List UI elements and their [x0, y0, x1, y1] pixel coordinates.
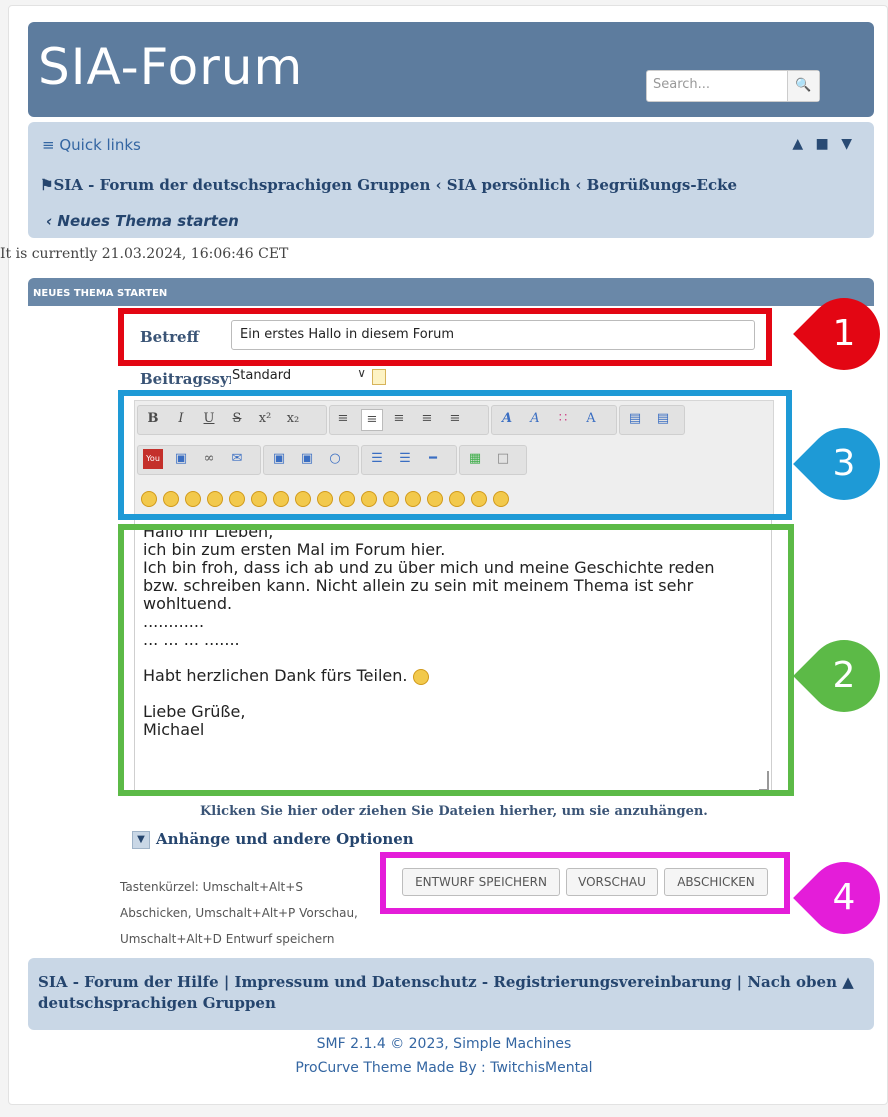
annotation-number-2: 2	[832, 655, 856, 696]
annotation-box-editor	[118, 524, 794, 796]
chevron-down-icon: ∨	[357, 366, 366, 380]
annotation-number-1: 1	[832, 313, 856, 354]
breadcrumb-current[interactable]: ‹ Neues Thema starten	[46, 212, 239, 230]
theme-credit[interactable]: ProCurve Theme Made By : TwitchisMental	[0, 1060, 888, 1076]
forum-logo[interactable]: SIA-Forum	[38, 38, 303, 96]
attachments-toggle-label: Anhänge und andere Optionen	[156, 830, 414, 848]
shortcut-help: Tastenkürzel: Umschalt+Alt+S Abschicken,…	[120, 874, 382, 952]
navigation-bar: ≡ Quick links ▲ ■ ▼ ⚑SIA - Forum der deu…	[28, 122, 874, 238]
message-icon-preview	[372, 369, 386, 385]
user-menu-icons[interactable]: ▲ ■ ▼	[792, 136, 856, 152]
annotation-number-4: 4	[832, 877, 856, 918]
annotation-box-buttons	[380, 852, 790, 914]
annotation-box-toolbar	[118, 390, 792, 520]
footer-links[interactable]: SIA - Forum der Hilfe | Impressum und Da…	[38, 970, 854, 994]
attachments-toggle[interactable]: ▼ Anhänge und andere Optionen	[132, 830, 414, 849]
breadcrumb[interactable]: ⚑SIA - Forum der deutschsprachigen Grupp…	[40, 176, 737, 194]
shortcut-line: Tastenkürzel: Umschalt+Alt+S	[120, 880, 303, 894]
message-icon-label: Beitragssymbol	[140, 370, 231, 388]
quick-links-button[interactable]: ≡ Quick links	[42, 136, 141, 154]
shortcut-line: Umschalt+Alt+D Entwurf speichern	[120, 932, 335, 946]
footer-forum-name[interactable]: deutschsprachigen Gruppen	[38, 994, 276, 1012]
shortcut-line: Abschicken, Umschalt+Alt+P Vorschau,	[120, 906, 358, 920]
message-icon-select[interactable]: Standard ∨	[232, 366, 368, 386]
annotation-number-3: 3	[832, 443, 856, 484]
attachment-dropzone[interactable]: Klicken Sie hier oder ziehen Sie Dateien…	[200, 804, 708, 819]
forum-header: SIA-Forum Search... 🔍	[28, 22, 874, 117]
section-header: NEUES THEMA STARTEN	[28, 278, 874, 306]
annotation-box-subject	[118, 308, 772, 366]
section-title: NEUES THEMA STARTEN	[33, 288, 168, 299]
search-input[interactable]: Search...	[647, 71, 787, 99]
message-icon-value: Standard	[232, 368, 292, 383]
smf-copyright[interactable]: SMF 2.1.4 © 2023, Simple Machines	[0, 1036, 888, 1052]
chevron-down-icon: ▼	[132, 831, 150, 849]
search-icon[interactable]: 🔍	[787, 71, 819, 101]
footer-bar: SIA - Forum der Hilfe | Impressum und Da…	[28, 958, 874, 1030]
search-box: Search... 🔍	[646, 70, 820, 102]
current-time: It is currently 21.03.2024, 16:06:46 CET	[0, 246, 289, 262]
